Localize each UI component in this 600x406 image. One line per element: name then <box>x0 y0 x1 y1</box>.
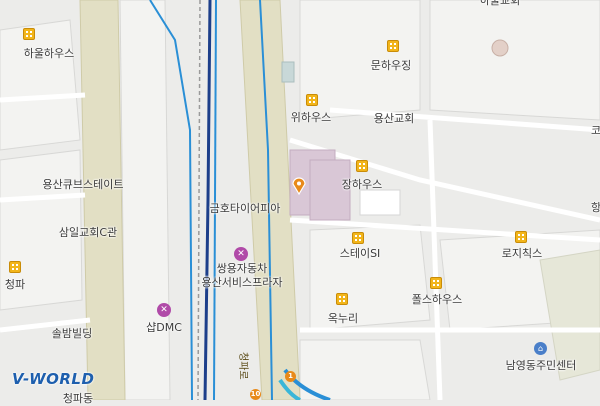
map-label[interactable]: 용산교회 <box>374 110 414 126</box>
building-poi-icon[interactable] <box>336 293 348 305</box>
map-label[interactable]: 금호타이어피아 <box>210 200 281 216</box>
building-poi-icon[interactable] <box>352 232 364 244</box>
map-label[interactable]: 청파동 <box>63 390 93 406</box>
building-poi-icon[interactable] <box>356 160 368 172</box>
map-label[interactable]: 스테이SI <box>340 245 381 261</box>
map-label[interactable]: 로지칙스 <box>502 245 542 261</box>
route-shield-icon: 10 <box>250 389 261 400</box>
map-label[interactable]: 하울하우스 <box>24 45 75 61</box>
shop-icon[interactable]: ✕ <box>157 303 171 317</box>
building-poi-icon[interactable] <box>9 261 21 273</box>
building-poi-icon[interactable] <box>387 40 399 52</box>
map-label[interactable]: 위하우스 <box>291 109 331 125</box>
map-label[interactable]: 쌍용자동차 용산서비스프라자 <box>202 262 283 290</box>
location-pin-icon[interactable] <box>291 177 307 195</box>
map-label[interactable]: 솔밤빌딩 <box>52 325 92 341</box>
map-label[interactable]: 용산큐브스테이트 <box>43 176 124 192</box>
map-label[interactable]: 청파 <box>5 276 25 292</box>
map-label[interactable]: 하울교회 <box>480 0 520 8</box>
map-label[interactable]: 문하우징 <box>371 57 411 73</box>
map-label[interactable]: 폴스하우스 <box>412 291 463 307</box>
map-label[interactable]: 삼일교회C관 <box>59 224 117 240</box>
map-label[interactable]: 옥누리 <box>328 310 358 326</box>
vworld-logo: V-WORLD <box>12 370 95 388</box>
building-poi-icon[interactable] <box>23 28 35 40</box>
map-label[interactable]: 남영동주민센터 <box>506 357 577 373</box>
building-poi-icon[interactable] <box>515 231 527 243</box>
road-name-label: 청파로 <box>237 352 248 380</box>
map-label[interactable]: 항 <box>591 199 600 215</box>
building-poi-icon[interactable] <box>306 94 318 106</box>
route-shield-icon: 1 <box>285 371 296 382</box>
map-label[interactable]: 코 <box>591 122 600 138</box>
map-label[interactable]: 샵DMC <box>146 319 182 335</box>
community-center-icon[interactable]: ⌂ <box>534 342 547 355</box>
map-label[interactable]: 장하우스 <box>342 176 382 192</box>
building-poi-icon[interactable] <box>430 277 442 289</box>
car-service-icon[interactable]: ✕ <box>234 247 248 261</box>
